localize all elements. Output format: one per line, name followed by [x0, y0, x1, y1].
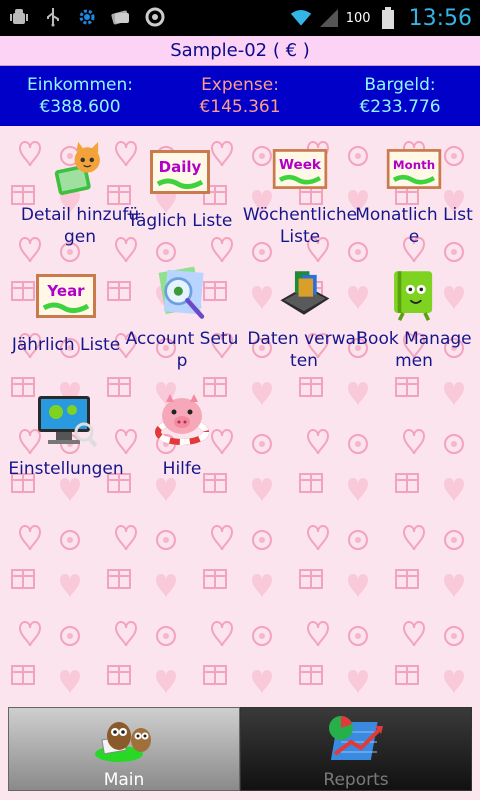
help-label: Hilfe: [162, 459, 202, 479]
cash-label: Bargeld:: [364, 75, 436, 95]
book-icon: [394, 271, 433, 321]
daily-icon-text: Daily: [159, 158, 202, 176]
cash-summary: Bargeld: €233.776: [320, 66, 480, 126]
bottom-tab-bar: Main Reports: [8, 707, 472, 791]
daily-calendar-icon: Daily: [150, 150, 210, 194]
account-setup-icon: [158, 266, 205, 319]
weekly-list-label: Wöchentliche Liste: [242, 205, 358, 247]
signal-icon: [318, 7, 340, 29]
settings-monitor-icon: [38, 396, 98, 448]
income-label: Einkommen:: [27, 75, 133, 95]
expense-summary: Expense: €145.361: [160, 66, 320, 126]
help-button[interactable]: Hilfe: [122, 374, 242, 496]
battery-icon: [377, 7, 399, 29]
status-bar: 100 13:56: [0, 0, 480, 36]
daily-list-label: Täglich Liste: [127, 211, 233, 231]
account-setup-button[interactable]: Account Setup: [122, 250, 242, 372]
yearly-list-button[interactable]: Year Jährlich Liste: [6, 250, 126, 372]
tab-main-label: Main: [103, 770, 145, 790]
year-icon-text: Year: [46, 282, 85, 300]
year-calendar-icon: Year: [36, 274, 96, 318]
tab-reports[interactable]: Reports: [240, 707, 472, 791]
monthly-list-label: Monatlich Liste: [355, 205, 473, 247]
manage-data-label: Daten verwalten: [247, 329, 361, 371]
book-management-button[interactable]: Book Managemen: [354, 250, 474, 372]
week-icon-text: Week: [279, 157, 322, 173]
gear-notification-icon: [76, 6, 98, 28]
report-chart-icon: [329, 716, 383, 760]
clock: 13:56: [408, 5, 472, 31]
income-summary: Einkommen: €388.600: [0, 66, 160, 126]
wifi-icon: [290, 7, 312, 29]
cards-notification-icon: [110, 6, 132, 28]
battery-level: 100: [345, 10, 371, 26]
weekly-list-button[interactable]: Week Wöchentliche Liste: [240, 126, 360, 248]
piggy-help-icon: [155, 394, 209, 445]
expense-label: Expense:: [201, 75, 279, 95]
tab-reports-label: Reports: [323, 770, 389, 790]
android-debug-icon: [8, 6, 30, 28]
monthly-list-button[interactable]: Month Monatlich Liste: [354, 126, 474, 248]
daily-list-button[interactable]: Daily Täglich Liste: [120, 126, 240, 248]
income-value: €388.600: [39, 97, 121, 117]
manage-data-button[interactable]: Daten verwalten: [244, 250, 364, 372]
month-icon-text: Month: [393, 158, 435, 172]
usb-icon: [42, 6, 64, 28]
book-management-label: Book Managemen: [356, 329, 472, 371]
summary-bar: Einkommen: €388.600 Expense: €145.361 Ba…: [0, 66, 480, 126]
expense-value: €145.361: [199, 97, 281, 117]
cat-add-icon: [54, 141, 100, 196]
page-title: Sample-02 ( € ): [0, 36, 480, 66]
settings-label: Einstellungen: [8, 459, 124, 479]
data-manage-icon: [280, 271, 330, 315]
account-setup-label: Account Setup: [125, 329, 239, 371]
settings-button[interactable]: Einstellungen: [6, 374, 126, 496]
week-calendar-icon: Week: [272, 149, 328, 189]
tab-main[interactable]: Main: [8, 707, 240, 791]
month-calendar-icon: Month: [386, 149, 442, 189]
circle-app-icon: [144, 6, 166, 28]
cash-value: €233.776: [359, 97, 441, 117]
yearly-list-label: Jährlich Liste: [11, 335, 121, 355]
owls-icon: [95, 722, 151, 762]
